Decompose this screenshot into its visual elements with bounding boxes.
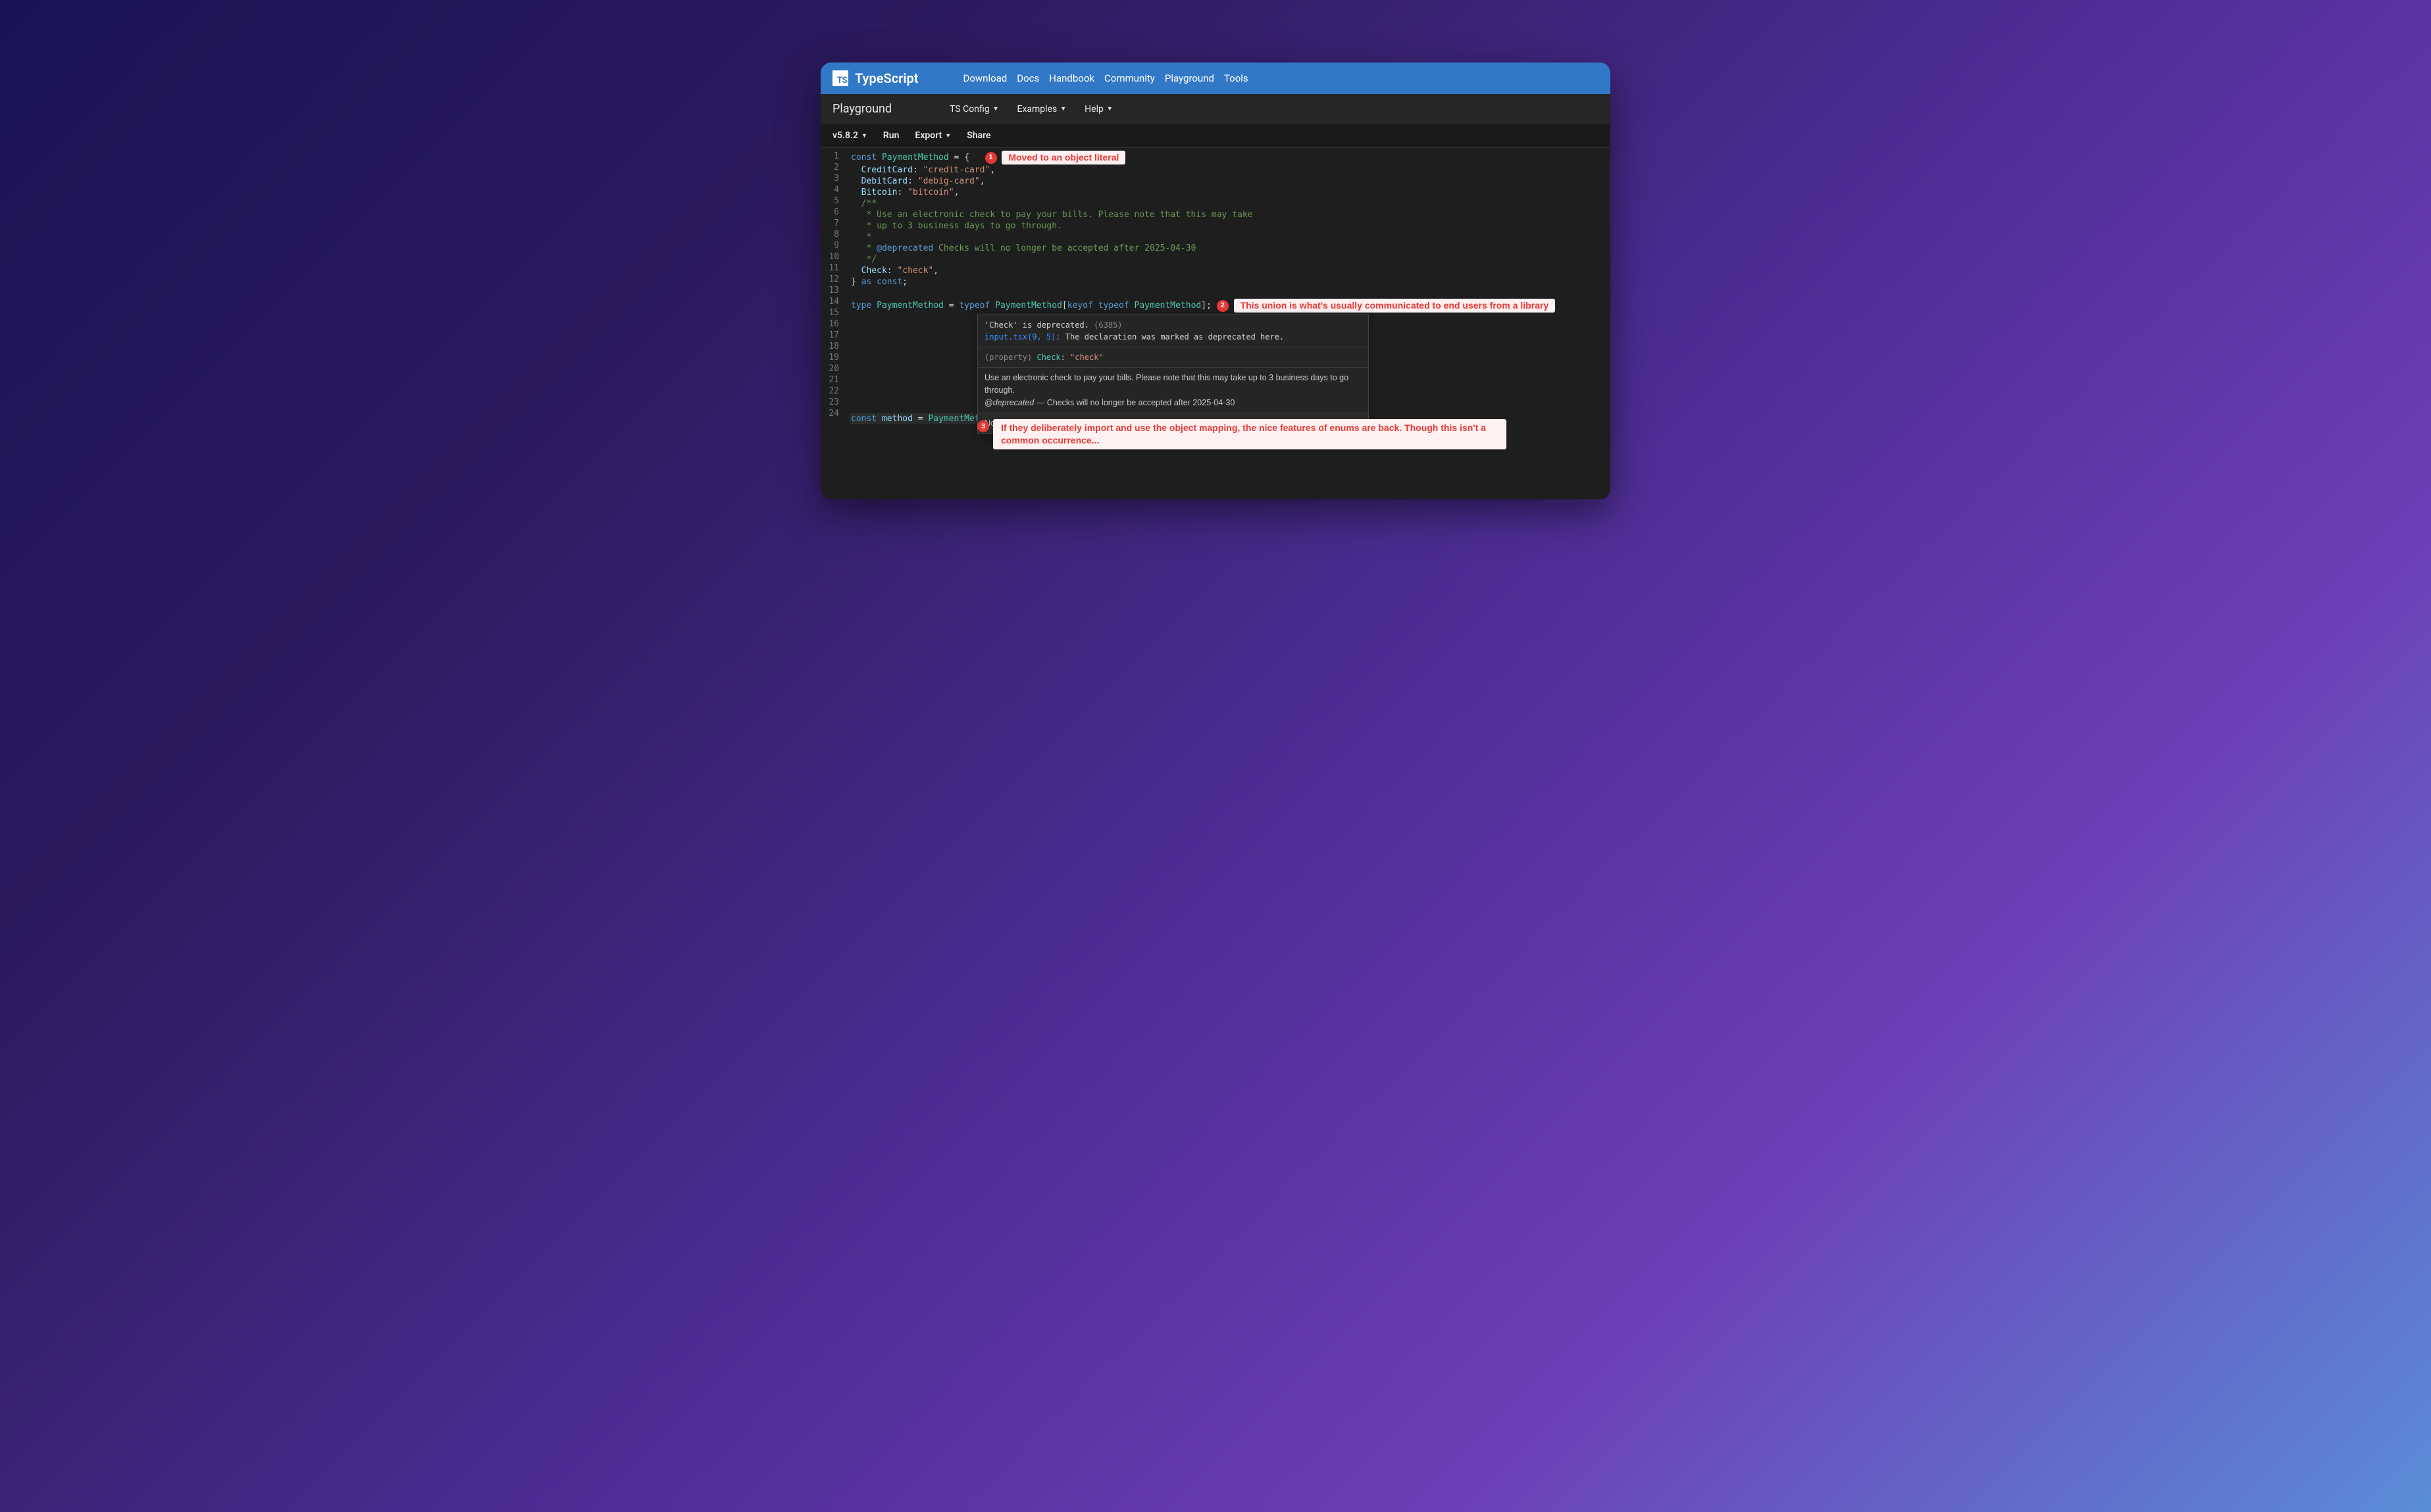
tsconfig-menu[interactable]: TS Config▼ bbox=[950, 104, 998, 114]
code-line: } as const; bbox=[851, 276, 1605, 288]
hover-tooltip: 'Check' is deprecated. (6385) input.tsx(… bbox=[977, 315, 1369, 434]
code-line bbox=[851, 288, 1605, 299]
version-selector[interactable]: v5.8.2▼ bbox=[832, 130, 867, 141]
help-menu[interactable]: Help▼ bbox=[1085, 104, 1113, 114]
code-line: /** bbox=[851, 198, 1605, 209]
share-button[interactable]: Share bbox=[967, 130, 990, 141]
code-line: * @deprecated Checks will no longer be a… bbox=[851, 243, 1605, 254]
code-line: Bitcoin: "bitcoin", bbox=[851, 187, 1605, 198]
code-line: const PaymentMethod = { 1 Moved to an ob… bbox=[851, 151, 1605, 164]
sub-nav: Playground TS Config▼ Examples▼ Help▼ bbox=[821, 94, 1610, 124]
code-line: * Use an electronic check to pay your bi… bbox=[851, 209, 1605, 220]
nav-tools[interactable]: Tools bbox=[1224, 72, 1248, 84]
export-menu[interactable]: Export▼ bbox=[915, 130, 951, 141]
caret-down-icon: ▼ bbox=[1107, 105, 1113, 113]
ts-badge-icon: TS bbox=[832, 70, 848, 86]
code-line: * bbox=[851, 232, 1605, 243]
nav-community[interactable]: Community bbox=[1104, 72, 1155, 84]
playground-window: TS TypeScript Download Docs Handbook Com… bbox=[821, 63, 1610, 499]
code-line: CreditCard: "credit-card", bbox=[851, 164, 1605, 176]
caret-down-icon: ▼ bbox=[993, 105, 999, 113]
annotation-3-wrap: 3 If they deliberately import and use th… bbox=[977, 419, 1506, 449]
tooltip-signature: (property) Check: "check" bbox=[978, 347, 1368, 368]
code-line: */ bbox=[851, 254, 1605, 265]
annotation-badge-3: 3 bbox=[977, 420, 989, 432]
examples-menu[interactable]: Examples▼ bbox=[1017, 104, 1067, 114]
nav-download[interactable]: Download bbox=[963, 72, 1007, 84]
tooltip-diagnostic: 'Check' is deprecated. (6385) input.tsx(… bbox=[978, 315, 1368, 347]
annotation-badge-2: 2 bbox=[1217, 300, 1229, 312]
caret-down-icon: ▼ bbox=[861, 132, 867, 139]
caret-down-icon: ▼ bbox=[945, 132, 951, 139]
sub-nav-title: Playground bbox=[832, 102, 892, 116]
tooltip-body: Use an electronic check to pay your bill… bbox=[978, 368, 1368, 413]
code-line: type PaymentMethod = typeof PaymentMetho… bbox=[851, 299, 1605, 313]
code-line: * up to 3 business days to go through. bbox=[851, 220, 1605, 232]
nav-links: Download Docs Handbook Community Playgro… bbox=[963, 72, 1248, 84]
annotation-1: Moved to an object literal bbox=[1002, 151, 1125, 164]
nav-docs[interactable]: Docs bbox=[1017, 72, 1039, 84]
logo[interactable]: TS TypeScript bbox=[832, 70, 918, 86]
caret-down-icon: ▼ bbox=[1060, 105, 1066, 113]
code-line: Check: "check", bbox=[851, 265, 1605, 276]
code-line: DebitCard: "debig-card", bbox=[851, 176, 1605, 187]
annotation-badge-1: 1 bbox=[985, 152, 997, 164]
code-area[interactable]: const PaymentMethod = { 1 Moved to an ob… bbox=[846, 148, 1610, 427]
nav-handbook[interactable]: Handbook bbox=[1049, 72, 1094, 84]
brand-text: TypeScript bbox=[855, 70, 918, 86]
nav-playground[interactable]: Playground bbox=[1165, 72, 1214, 84]
top-nav: TS TypeScript Download Docs Handbook Com… bbox=[821, 63, 1610, 94]
toolbar: v5.8.2▼ Run Export▼ Share bbox=[821, 124, 1610, 148]
line-numbers: 123 456 789 101112 131415 161718 192021 … bbox=[821, 148, 846, 427]
run-button[interactable]: Run bbox=[883, 130, 900, 141]
annotation-3: If they deliberately import and use the … bbox=[993, 419, 1506, 449]
annotation-2: This union is what's usually communicate… bbox=[1234, 299, 1556, 313]
code-editor[interactable]: 123 456 789 101112 131415 161718 192021 … bbox=[821, 148, 1610, 499]
